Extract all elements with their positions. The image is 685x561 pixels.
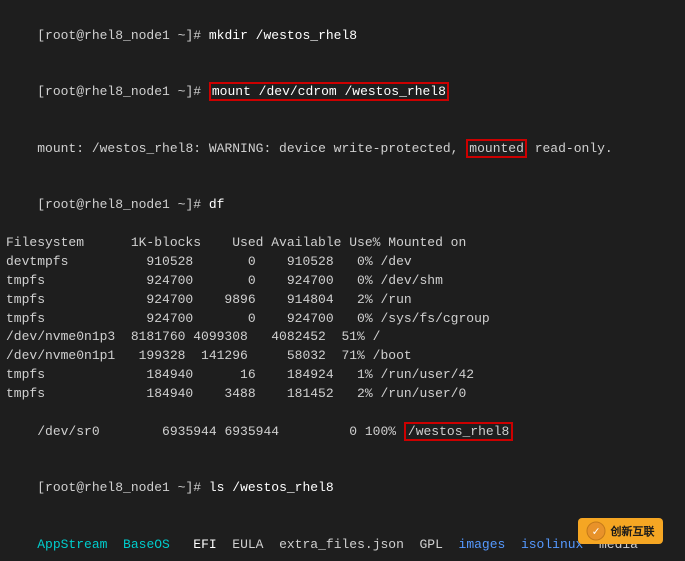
df-row-tmpfs5: tmpfs 184940 3488 181452 2% /run/user/0 <box>6 385 679 404</box>
df-row-tmpfs1: tmpfs 924700 0 924700 0% /dev/shm <box>6 272 679 291</box>
ls-images: images <box>459 537 506 552</box>
line-mkdir: [root@rhel8_node1 ~]# mkdir /westos_rhel… <box>6 8 679 65</box>
mounted-highlight: mounted <box>466 139 527 158</box>
line-df-header: Filesystem 1K-blocks Used Available Use%… <box>6 234 679 253</box>
df-row-nvme3: /dev/nvme0n1p3 8181760 4099308 4082452 5… <box>6 328 679 347</box>
df-row-sr0: /dev/sr0 6935944 6935944 0 100% /westos_… <box>6 404 679 461</box>
logo-watermark: ✓ 创新互联 <box>565 508 675 553</box>
df-row-nvme1: /dev/nvme0n1p1 199328 141296 58032 71% /… <box>6 347 679 366</box>
line-mount: [root@rhel8_node1 ~]# mount /dev/cdrom /… <box>6 65 679 122</box>
df-row-tmpfs2: tmpfs 924700 9896 914804 2% /run <box>6 291 679 310</box>
df-row-tmpfs3: tmpfs 924700 0 924700 0% /sys/fs/cgroup <box>6 310 679 329</box>
line-mount-warning: mount: /westos_rhel8: WARNING: device wr… <box>6 121 679 178</box>
terminal: [root@rhel8_node1 ~]# mkdir /westos_rhel… <box>0 0 685 561</box>
logo-box: ✓ 创新互联 <box>578 518 663 544</box>
logo-text: 创新互联 <box>611 523 655 539</box>
westos-mount-highlight: /westos_rhel8 <box>404 422 513 441</box>
svg-text:✓: ✓ <box>592 525 599 539</box>
df-row-tmpfs4: tmpfs 184940 16 184924 1% /run/user/42 <box>6 366 679 385</box>
ls-baseos: BaseOS <box>123 537 170 552</box>
ls-appstream: AppStream <box>37 537 107 552</box>
ls-efi: EFI <box>193 537 216 552</box>
line-df-prompt: [root@rhel8_node1 ~]# df <box>6 178 679 235</box>
df-row-devtmpfs: devtmpfs 910528 0 910528 0% /dev <box>6 253 679 272</box>
logo-icon: ✓ <box>586 521 606 541</box>
